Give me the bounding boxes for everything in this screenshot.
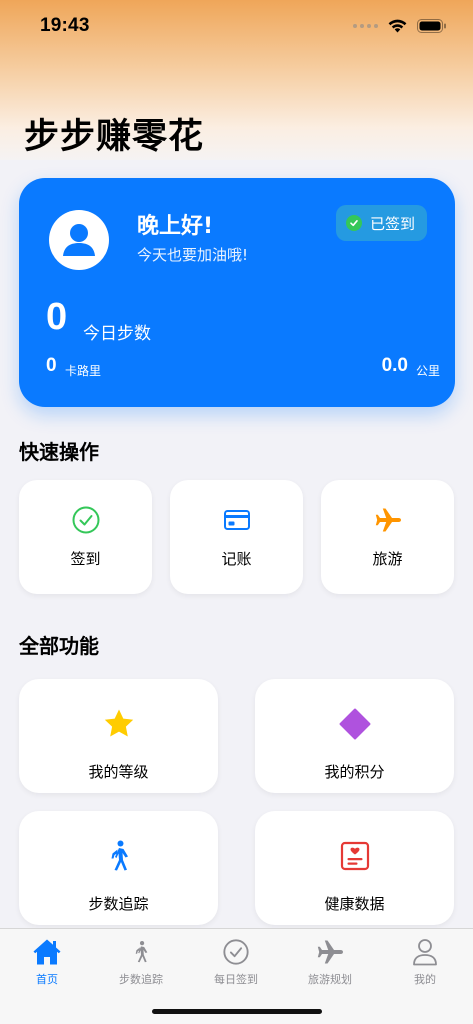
quick-action-bookkeeping[interactable]: 记账: [170, 480, 303, 594]
status-icons: [353, 17, 447, 35]
tab-profile[interactable]: 我的: [378, 937, 472, 987]
app-title: 步步赚零花: [24, 117, 205, 157]
status-bar: 19:43: [0, 0, 473, 52]
star-icon: [104, 709, 133, 737]
greeting-subtitle: 今天也要加油哦!: [137, 246, 249, 264]
tab-label: 步数追踪: [119, 973, 163, 986]
quick-action-checkin[interactable]: 签到: [19, 480, 152, 594]
battery-icon: [417, 19, 446, 33]
walking-figure-icon: [135, 941, 148, 963]
feature-my-level[interactable]: 我的等级: [19, 679, 218, 793]
all-features-title: 全部功能: [19, 634, 99, 658]
credit-card-icon: [223, 510, 250, 530]
walking-figure-icon: [111, 840, 128, 871]
status-time: 19:43: [40, 15, 90, 36]
tab-daily-checkin[interactable]: 每日签到: [189, 937, 283, 987]
distance-label: 公里: [415, 364, 440, 378]
quick-action-label: 签到: [70, 550, 101, 568]
avatar[interactable]: [49, 210, 109, 270]
feature-step-tracking[interactable]: 步数追踪: [19, 811, 218, 925]
signed-in-badge[interactable]: 已签到: [336, 205, 427, 241]
checkmark-circle-icon: [223, 939, 249, 965]
signal-dots-icon: [353, 24, 378, 28]
quick-action-travel[interactable]: 旅游: [321, 480, 454, 594]
quick-action-label: 旅游: [372, 550, 403, 568]
user-summary-card[interactable]: 晚上好! 今天也要加油哦! 已签到 0 今日步数 0 卡路里 0.0 公里: [19, 178, 455, 407]
greeting-text: 晚上好!: [137, 214, 214, 239]
feature-label: 健康数据: [324, 895, 385, 913]
diamond-icon: [339, 708, 370, 740]
today-steps-value: 0: [46, 296, 68, 338]
airplane-icon: [375, 508, 401, 532]
person-icon: [63, 224, 95, 256]
feature-label: 我的等级: [88, 763, 149, 781]
tab-label: 首页: [36, 973, 58, 986]
checkmark-circle-icon: [72, 506, 99, 534]
wifi-icon: [388, 19, 407, 33]
feature-my-points[interactable]: 我的积分: [255, 679, 454, 793]
quick-actions-title: 快速操作: [19, 440, 99, 464]
signed-in-label: 已签到: [370, 214, 416, 233]
person-icon: [413, 939, 437, 966]
quick-action-label: 记账: [221, 550, 252, 568]
checkmark-icon: [346, 215, 362, 231]
today-steps-label: 今日步数: [83, 324, 151, 344]
airplane-icon: [317, 940, 343, 964]
feature-label: 我的积分: [324, 763, 385, 781]
tab-step-tracking[interactable]: 步数追踪: [94, 937, 188, 987]
tab-label: 旅游规划: [308, 973, 352, 986]
feature-label: 步数追踪: [88, 895, 149, 913]
distance-value: 0.0: [381, 355, 408, 376]
tab-label: 我的: [414, 973, 436, 986]
calories-label: 卡路里: [65, 364, 102, 378]
home-indicator: [152, 1009, 322, 1014]
heart-document-icon: [340, 841, 369, 871]
tab-home[interactable]: 首页: [0, 937, 94, 987]
feature-health-data[interactable]: 健康数据: [255, 811, 454, 925]
house-icon: [33, 939, 61, 965]
calories-value: 0: [46, 355, 57, 376]
tab-travel-planning[interactable]: 旅游规划: [283, 937, 377, 987]
tab-label: 每日签到: [214, 973, 258, 986]
